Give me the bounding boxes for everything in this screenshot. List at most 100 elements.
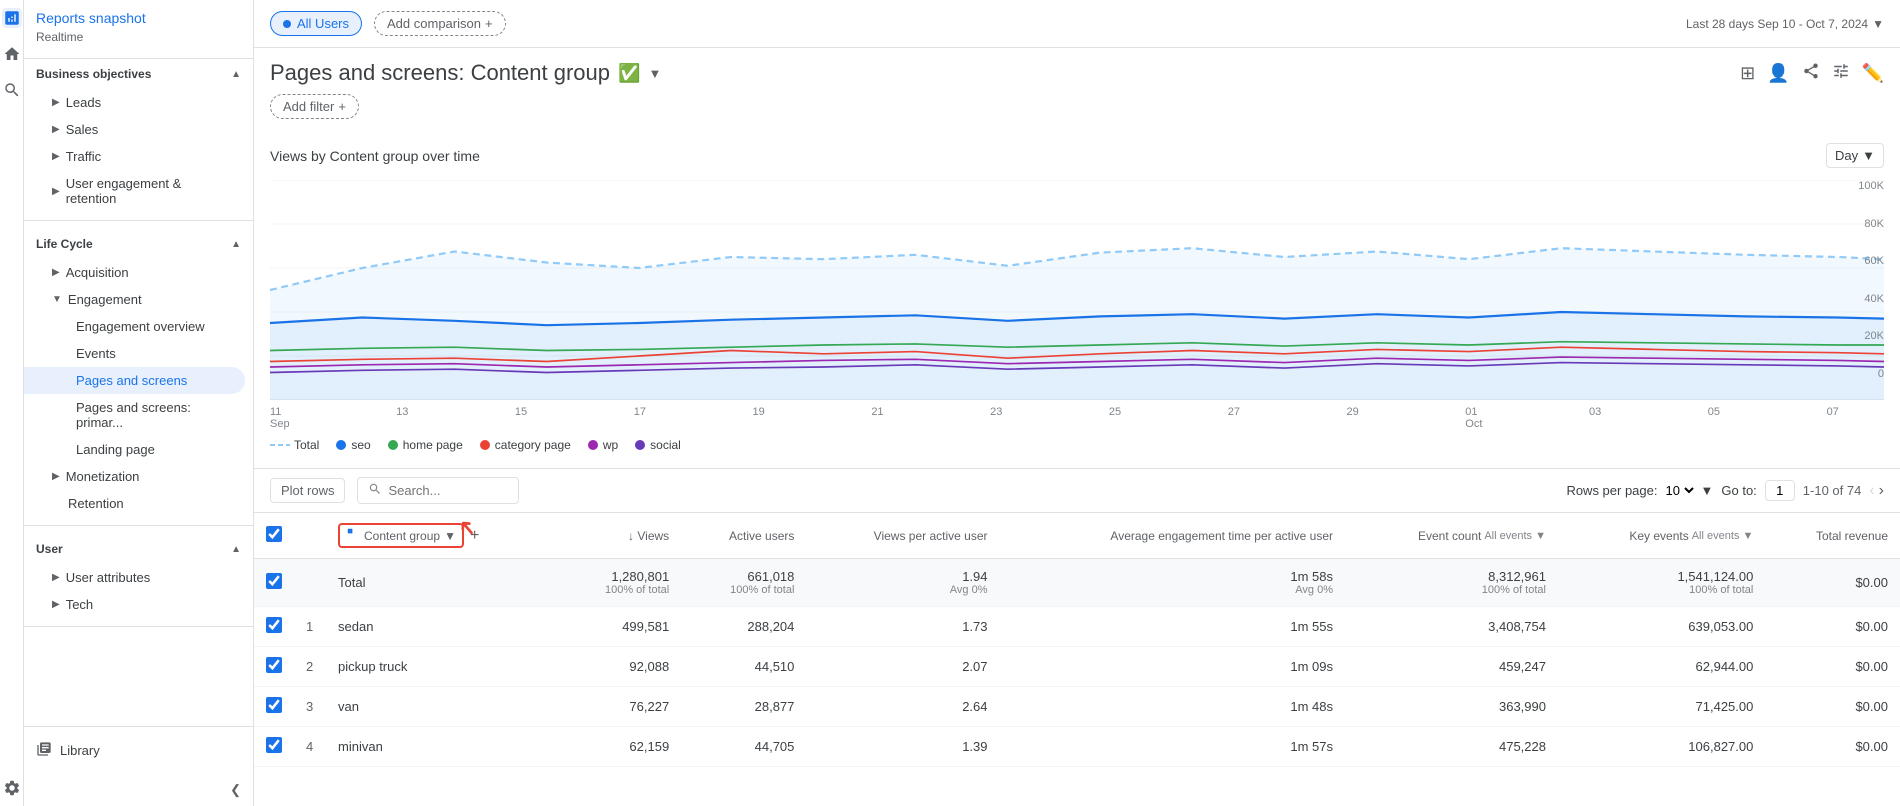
row2-avg-engagement: 1m 09s: [1000, 647, 1345, 687]
row-number-col: [294, 513, 326, 559]
event-count-col-header[interactable]: Event count All events ▼: [1345, 513, 1558, 559]
page-title-row: Pages and screens: Content group ✅ ▼ ⊞ 👤…: [270, 60, 1884, 86]
customize-icon[interactable]: [1832, 62, 1850, 85]
active-users-col-header[interactable]: Active users: [681, 513, 806, 559]
chart-header: Views by Content group over time Day ▼: [270, 143, 1884, 168]
page-title: Pages and screens: Content group: [270, 60, 610, 86]
page-navigation: ‹ ›: [1869, 482, 1884, 500]
dropdown-arrow-icon[interactable]: ▼: [648, 66, 661, 81]
sidebar-item-user-attributes[interactable]: ▶ User attributes: [24, 564, 245, 591]
sidebar-item-engagement[interactable]: ▼ Engagement: [24, 286, 245, 313]
row2-views: 92,088: [558, 647, 682, 687]
total-revenue-col-header[interactable]: Total revenue: [1765, 513, 1900, 559]
goto-input[interactable]: [1765, 480, 1795, 501]
total-revenue: $0.00: [1765, 559, 1900, 607]
row1-views: 499,581: [558, 607, 682, 647]
search-icon[interactable]: [2, 80, 22, 100]
avg-engagement-col-header[interactable]: Average engagement time per active user: [1000, 513, 1345, 559]
sidebar-item-tech[interactable]: ▶ Tech: [24, 591, 245, 618]
plus-icon: +: [485, 16, 493, 31]
row2-checkbox[interactable]: [266, 657, 282, 673]
legend-social: social: [634, 438, 681, 452]
realtime-link[interactable]: Realtime: [36, 26, 241, 48]
total-row: Total 1,280,801 100% of total 661,018 10…: [254, 559, 1900, 607]
compare-icon[interactable]: 👤: [1767, 63, 1789, 84]
row3-checkbox[interactable]: [266, 697, 282, 713]
sidebar-item-retention[interactable]: Retention: [24, 490, 245, 517]
main-content: All Users Add comparison + Last 28 days …: [254, 0, 1900, 806]
row1-total-revenue: $0.00: [1765, 607, 1900, 647]
add-filter-label: Add filter: [283, 99, 334, 114]
page-info: 1-10 of 74: [1803, 483, 1862, 498]
row2-key-events: 62,944.00: [1558, 647, 1765, 687]
icon-bar: [0, 0, 24, 806]
sidebar-item-engagement-retention[interactable]: ▶ User engagement & retention: [24, 170, 245, 212]
prev-page-button[interactable]: ‹: [1869, 482, 1874, 500]
row2-label: pickup truck: [326, 647, 558, 687]
period-selector[interactable]: Day ▼: [1826, 143, 1884, 168]
views-header[interactable]: ↓ Views: [570, 529, 670, 543]
sidebar-item-monetization[interactable]: ▶ Monetization: [24, 463, 245, 490]
sidebar-item-traffic[interactable]: ▶ Traffic: [24, 143, 245, 170]
sidebar-item-events[interactable]: Events: [24, 340, 245, 367]
user-section-label: User: [36, 542, 63, 556]
sidebar-item-pages-screens[interactable]: Pages and screens: [24, 367, 245, 394]
row1-checkbox[interactable]: [266, 617, 282, 633]
row3-avg-engagement: 1m 48s: [1000, 687, 1345, 727]
select-all-checkbox[interactable]: [266, 526, 282, 542]
views-per-user-col-header[interactable]: Views per active user: [806, 513, 999, 559]
row4-num: 4: [294, 727, 326, 767]
key-events-header[interactable]: Key events All events ▼: [1570, 529, 1753, 543]
lifecycle-header[interactable]: Life Cycle ▲: [24, 229, 253, 259]
business-objectives-label: Business objectives: [36, 67, 151, 81]
total-revenue-header[interactable]: Total revenue: [1777, 529, 1888, 543]
sidebar-item-engagement-overview[interactable]: Engagement overview: [24, 313, 245, 340]
settings-icon[interactable]: [2, 778, 22, 798]
chevron-right-icon7: ▶: [52, 572, 60, 583]
segment-label: All Users: [297, 16, 349, 31]
next-page-button[interactable]: ›: [1879, 482, 1884, 500]
table-row: 3 van 76,227 28,877 2.64 1m 48s 363,990 …: [254, 687, 1900, 727]
add-comparison-button[interactable]: Add comparison +: [374, 11, 506, 36]
row4-label: minivan: [326, 727, 558, 767]
sidebar-item-pages-screens-primary[interactable]: Pages and screens: primar...: [24, 394, 245, 436]
views-per-user-header[interactable]: Views per active user: [818, 529, 987, 543]
add-filter-button[interactable]: Add filter +: [270, 94, 359, 119]
row4-avg-engagement: 1m 57s: [1000, 727, 1345, 767]
all-users-segment[interactable]: All Users: [270, 11, 362, 36]
home-icon[interactable]: [2, 44, 22, 64]
sidebar-item-leads[interactable]: ▶ Leads: [24, 89, 245, 116]
filter-row: Add filter +: [270, 94, 1884, 127]
sidebar-item-landing-page[interactable]: Landing page: [24, 436, 245, 463]
analytics-icon[interactable]: [2, 8, 22, 28]
library-link[interactable]: Library: [36, 735, 241, 766]
event-count-header[interactable]: Event count All events ▼: [1357, 529, 1546, 543]
avg-engagement-header[interactable]: Average engagement time per active user: [1012, 529, 1333, 543]
edit-icon[interactable]: ✏️: [1862, 63, 1884, 84]
collapse-sidebar-button[interactable]: ❮: [24, 774, 253, 806]
plot-rows-button[interactable]: Plot rows: [270, 478, 345, 503]
user-header[interactable]: User ▲: [24, 534, 253, 564]
business-objectives-header[interactable]: Business objectives ▲: [24, 59, 253, 89]
active-users-header[interactable]: Active users: [693, 529, 794, 543]
view-toggle-icon[interactable]: ⊞: [1740, 63, 1755, 84]
table-row: 1 sedan 499,581 288,204 1.73 1m 55s 3,40…: [254, 607, 1900, 647]
chevron-up-icon: ▲: [231, 69, 241, 80]
sidebar-item-sales[interactable]: ▶ Sales: [24, 116, 245, 143]
sidebar-item-acquisition[interactable]: ▶ Acquisition: [24, 259, 245, 286]
content-group-dropdown[interactable]: Content group ▼: [338, 523, 464, 548]
rows-per-page-select[interactable]: 10 25 50: [1662, 482, 1697, 499]
table-row: 2 pickup truck 92,088 44,510 2.07 1m 09s…: [254, 647, 1900, 687]
share-icon[interactable]: [1802, 62, 1820, 85]
date-range-selector[interactable]: Last 28 days Sep 10 - Oct 7, 2024 ▼: [1686, 17, 1884, 31]
reports-snapshot-link[interactable]: Reports snapshot: [36, 10, 241, 26]
key-events-col-header[interactable]: Key events All events ▼: [1558, 513, 1765, 559]
data-table: Content group ▼ + ➜ ↓ Views: [254, 513, 1900, 767]
views-col-header[interactable]: ↓ Views: [558, 513, 682, 559]
row3-views: 76,227: [558, 687, 682, 727]
row4-checkbox[interactable]: [266, 737, 282, 753]
search-input[interactable]: [388, 483, 508, 498]
total-checkbox[interactable]: [266, 573, 282, 589]
sidebar-bottom: Library: [24, 726, 253, 774]
legend-seo: seo: [335, 438, 370, 452]
